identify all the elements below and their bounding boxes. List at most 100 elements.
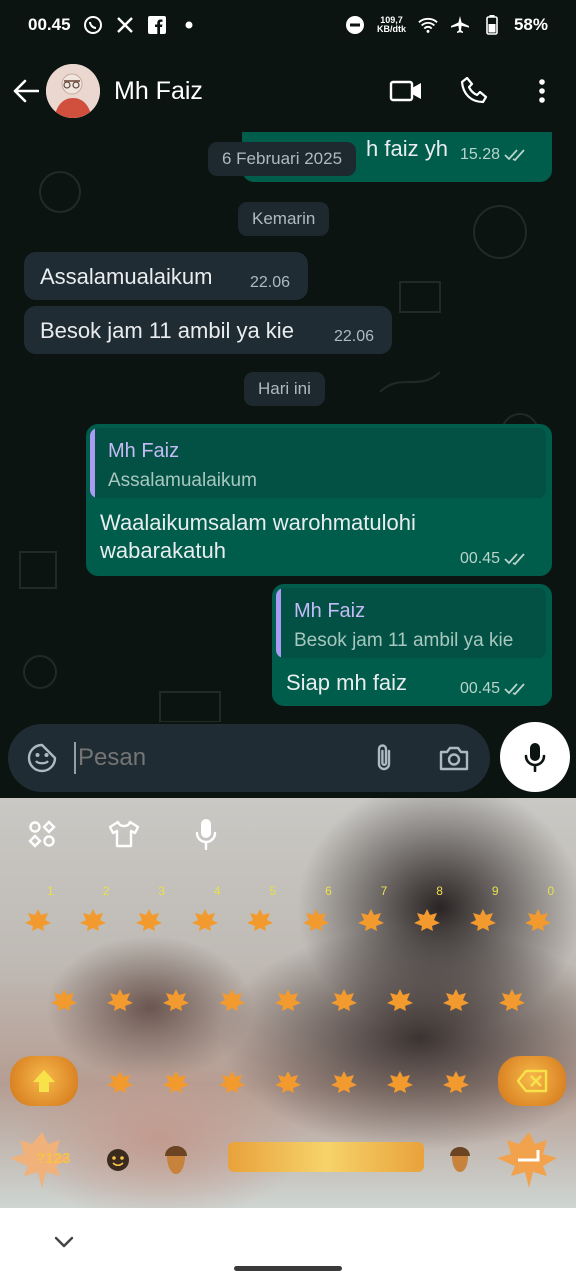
voice-call-button[interactable] — [454, 71, 494, 111]
message-bubble-outgoing-reply[interactable]: Mh Faiz Besok jam 11 ambil ya kie Siap m… — [272, 584, 552, 706]
video-call-button[interactable] — [386, 71, 426, 111]
comma-key[interactable] — [160, 1142, 192, 1178]
space-key[interactable] — [228, 1142, 424, 1172]
keyboard-menu-button[interactable] — [24, 816, 60, 852]
keyboard-key[interactable]: 5 — [238, 884, 282, 942]
message-bubble-incoming[interactable]: Besok jam 11 ambil ya kie 22.06 — [24, 306, 392, 354]
message-text: Siap mh faiz — [286, 670, 408, 695]
leaf-key-icon — [499, 989, 525, 1011]
battery-icon — [482, 15, 502, 35]
keyboard-key[interactable]: 0 — [516, 884, 560, 942]
quote-accent-bar — [276, 588, 281, 658]
keyboard-key[interactable] — [42, 978, 86, 1022]
message-input[interactable] — [78, 744, 338, 772]
sticker-button[interactable] — [24, 740, 60, 776]
message-time: 15.28 — [460, 146, 528, 164]
camera-button[interactable] — [436, 740, 472, 776]
leaf-key-icon — [331, 1071, 357, 1093]
keyboard-key[interactable]: 2 — [71, 884, 115, 942]
keyboard-key[interactable] — [154, 978, 198, 1022]
message-bubble-outgoing-reply[interactable]: Mh Faiz Assalamualaikum Waalaikumsalam w… — [86, 424, 552, 576]
video-camera-icon — [389, 80, 421, 102]
keyboard-key[interactable] — [434, 1060, 478, 1104]
camera-icon — [439, 746, 469, 771]
keyboard-key[interactable] — [490, 978, 534, 1022]
status-bar: 00.45 109,7 KB/dtk 58% — [0, 0, 576, 50]
emoji-key[interactable] — [104, 1146, 132, 1174]
airplane-icon — [450, 15, 470, 35]
battery-percent: 58% — [513, 15, 548, 34]
keyboard-key[interactable] — [98, 1060, 142, 1104]
quoted-sender: Mh Faiz — [294, 600, 366, 622]
maple-leaf-icon — [497, 1132, 557, 1188]
keyboard-key[interactable] — [154, 1060, 198, 1104]
message-text-line: Waalaikumsalam warohmatulohi — [100, 510, 416, 535]
facebook-icon — [147, 15, 167, 35]
keyboard-key[interactable] — [378, 1060, 422, 1104]
quoted-message[interactable]: Mh Faiz Besok jam 11 ambil ya kie — [276, 588, 546, 658]
keyboard-key[interactable]: 9 — [461, 884, 505, 942]
quote-accent-bar — [90, 428, 95, 498]
more-options-button[interactable] — [522, 71, 562, 111]
leaf-key-icon — [219, 989, 245, 1011]
back-button[interactable] — [10, 71, 42, 111]
leaf-key-icon — [107, 1071, 133, 1093]
phone-icon — [460, 76, 488, 104]
hide-keyboard-button[interactable] — [52, 1230, 76, 1254]
double-check-icon — [504, 553, 525, 566]
leaf-key-icon — [24, 909, 51, 931]
voice-message-button[interactable] — [500, 722, 570, 792]
avatar[interactable] — [46, 64, 100, 118]
leaf-key-icon — [51, 989, 77, 1011]
keyboard-bottom-row: ?123 — [0, 1130, 576, 1190]
keyboard-key[interactable] — [210, 1060, 254, 1104]
leaf-key-icon — [443, 989, 469, 1011]
wifi-icon — [418, 15, 438, 35]
emoji-icon — [107, 1149, 129, 1171]
keyboard-key[interactable] — [98, 978, 142, 1022]
attach-button[interactable] — [366, 740, 402, 776]
apps-grid-icon — [28, 820, 56, 848]
keyboard-key[interactable] — [266, 1060, 310, 1104]
gesture-handle[interactable] — [234, 1266, 342, 1271]
date-separator: Kemarin — [238, 202, 330, 236]
leaf-key-icon — [525, 909, 552, 931]
keyboard-key[interactable] — [210, 978, 254, 1022]
keyboard-key[interactable] — [322, 978, 366, 1022]
message-input-container[interactable] — [8, 724, 490, 792]
microphone-icon — [524, 743, 546, 772]
date-separator: Hari ini — [244, 372, 325, 406]
keyboard-key[interactable] — [378, 978, 422, 1022]
kebab-menu-icon — [539, 79, 545, 103]
keyboard-key[interactable]: 8 — [405, 884, 449, 942]
keyboard-voice-button[interactable] — [188, 816, 224, 852]
keyboard-row-2 — [0, 978, 576, 1022]
chat-area[interactable]: h faiz yh 15.28 6 Februari 2025 Kemarin … — [0, 132, 576, 728]
keyboard-key[interactable]: 4 — [183, 884, 227, 942]
keyboard-key[interactable] — [434, 978, 478, 1022]
keyboard-theme-button[interactable] — [106, 816, 142, 852]
keyboard-row-3 — [0, 1060, 576, 1104]
message-text: Assalamualaikum — [40, 264, 213, 289]
keyboard-key[interactable]: 1 — [16, 884, 60, 942]
leaf-key-icon — [331, 989, 357, 1011]
acorn-icon — [165, 1146, 187, 1174]
period-key[interactable] — [446, 1144, 474, 1176]
message-bubble-incoming[interactable]: Assalamualaikum 22.06 — [24, 252, 308, 300]
keyboard-key[interactable] — [322, 1060, 366, 1104]
keyboard-key[interactable]: 3 — [127, 884, 171, 942]
message-text: Besok jam 11 ambil ya kie — [40, 318, 294, 343]
keyboard-key[interactable] — [266, 978, 310, 1022]
symbols-key[interactable]: ?123 — [10, 1130, 74, 1188]
text-caret — [74, 742, 76, 774]
chevron-down-icon — [54, 1236, 74, 1248]
keyboard-key[interactable]: 7 — [349, 884, 393, 942]
notification-dot-icon — [179, 15, 199, 35]
message-time: 00.45 — [460, 550, 528, 568]
leaf-key-icon — [358, 909, 385, 931]
keyboard-key[interactable]: 6 — [294, 884, 338, 942]
enter-key[interactable] — [496, 1130, 562, 1188]
contact-name[interactable]: Mh Faiz — [114, 77, 203, 106]
backspace-key[interactable] — [498, 1056, 566, 1106]
quoted-message[interactable]: Mh Faiz Assalamualaikum — [90, 428, 546, 498]
